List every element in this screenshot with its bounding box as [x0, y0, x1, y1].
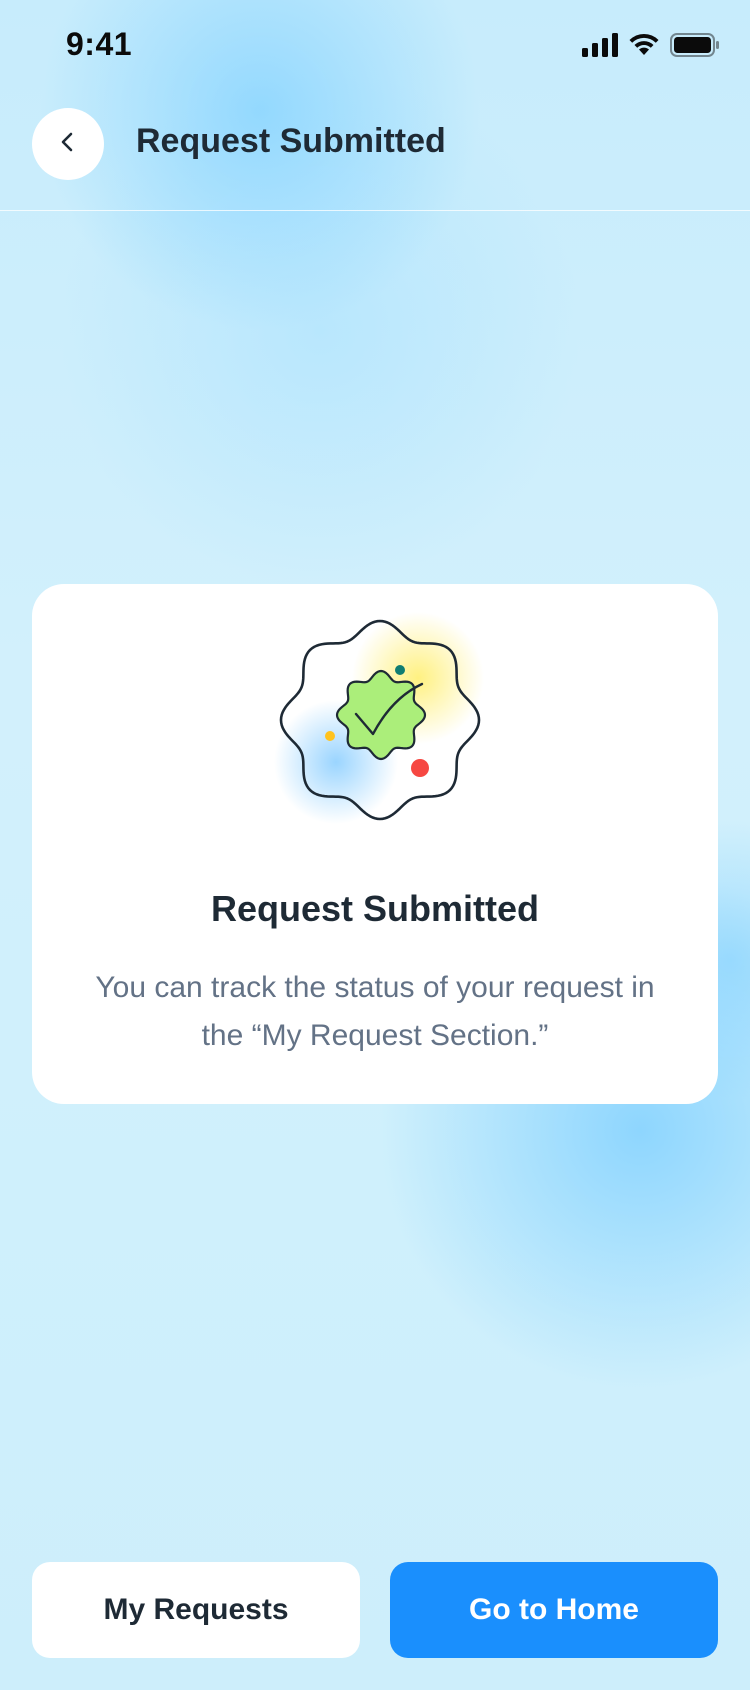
battery-icon — [670, 33, 720, 62]
status-icons — [582, 33, 720, 62]
status-bar: 9:41 — [0, 0, 750, 92]
signal-icon — [582, 33, 618, 62]
back-button[interactable] — [32, 108, 104, 180]
card-message: You can track the status of your request… — [95, 971, 655, 1052]
my-requests-button[interactable]: My Requests — [32, 1562, 360, 1658]
page-title: Request Submitted — [136, 122, 446, 160]
header: Request Submitted — [0, 92, 750, 211]
status-time: 9:41 — [66, 26, 133, 62]
success-badge-icon — [270, 612, 490, 832]
chevron-left-icon — [56, 130, 80, 159]
wifi-icon — [628, 33, 660, 62]
confirmation-card: Request Submitted You can track the stat… — [32, 584, 718, 1104]
go-to-home-button[interactable]: Go to Home — [390, 1562, 718, 1658]
card-title: Request Submitted — [210, 888, 540, 929]
